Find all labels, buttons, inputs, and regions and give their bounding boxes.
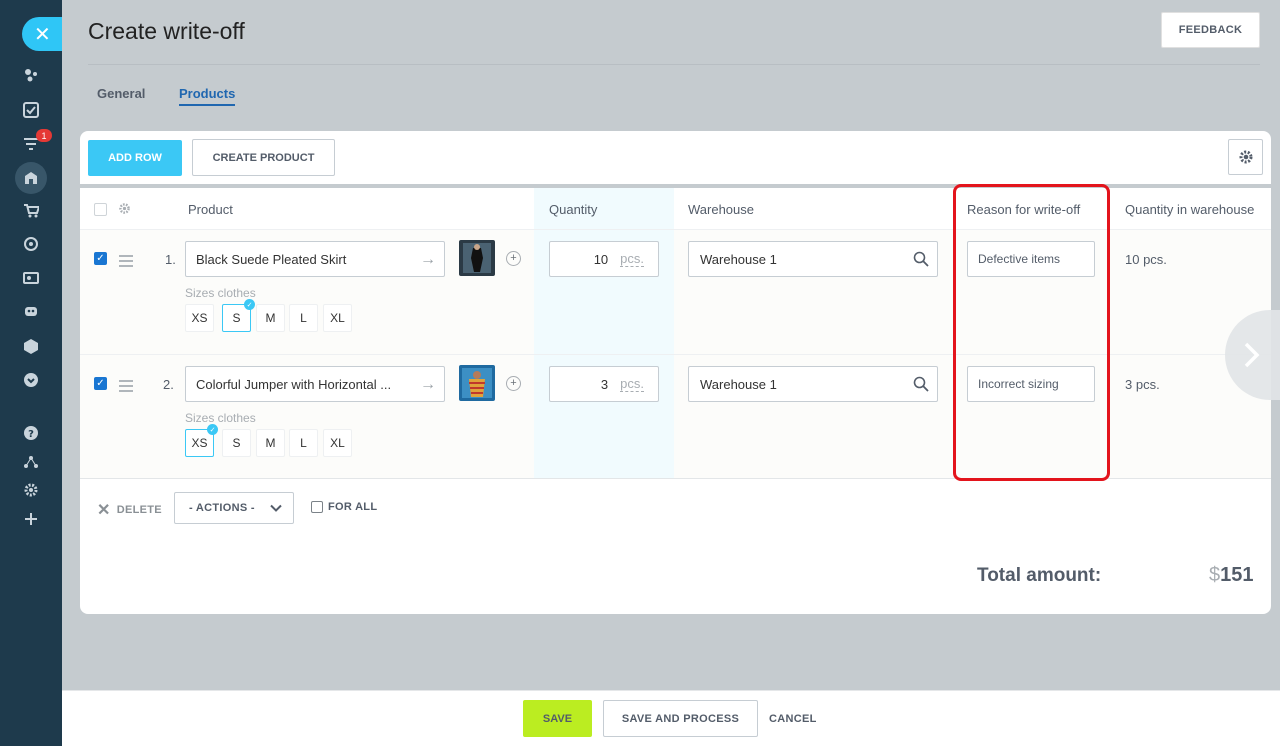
close-icon[interactable]: ✕ [22,17,62,51]
size-label: XS [191,436,208,450]
sizes-label: Sizes clothes [185,286,256,300]
reason-column-highlight-box [953,184,1110,481]
save-button[interactable]: SAVE [523,700,592,737]
target-icon[interactable] [21,234,41,254]
warehouse-quantity: 3 pcs. [1125,377,1160,392]
product-input[interactable]: Colorful Jumper with Horizontal ... → [185,366,445,402]
size-option-xs-selected[interactable]: XS ✓ [185,424,218,457]
tab-products[interactable]: Products [179,86,236,106]
warehouse-input[interactable]: Warehouse 1 [688,241,938,277]
product-name: Black Suede Pleated Skirt [196,251,347,267]
size-option-s-selected[interactable]: S ✓ [222,299,255,332]
svg-text:?: ? [28,429,34,440]
select-all-checkbox[interactable] [94,203,107,216]
add-row-button[interactable]: ADD ROW [88,140,182,176]
save-and-process-button[interactable]: SAVE AND PROCESS [603,700,758,737]
warehouse-value: Warehouse 1 [700,251,777,267]
size-option-xs[interactable]: XS [185,304,214,332]
arrow-right-icon[interactable]: → [420,251,436,269]
unit-selector[interactable]: pcs. [620,251,644,267]
help-icon[interactable]: ? [21,423,41,443]
sizes-label: Sizes clothes [185,411,256,425]
size-option-m[interactable]: M [256,429,285,457]
product-input[interactable]: Black Suede Pleated Skirt → [185,241,445,277]
chevron-down-icon [270,504,282,512]
tab-general[interactable]: General [97,86,145,101]
for-all-checkbox[interactable] [311,501,323,513]
close-icon: ✕ [97,502,111,519]
products-toolbar: ADD ROW CREATE PRODUCT [80,131,1271,184]
plus-icon[interactable] [21,509,41,529]
actions-label: - ACTIONS - [189,502,255,514]
cart-icon[interactable] [21,201,41,221]
size-option-xl[interactable]: XL [323,429,352,457]
cancel-button[interactable]: CANCEL [769,713,817,725]
search-icon[interactable] [913,251,929,267]
delete-button[interactable]: ✕ DELETE [97,500,162,520]
quantity-column-highlight [534,188,674,478]
actions-dropdown[interactable]: - ACTIONS - [174,492,294,524]
quantity-input[interactable]: 3 pcs. [549,366,659,402]
for-all-toggle[interactable]: FOR ALL [311,501,377,513]
store-icon[interactable] [21,168,41,188]
feedback-button[interactable]: FEEDBACK [1161,12,1260,48]
quantity-input[interactable]: 10 pcs. [549,241,659,277]
column-settings-icon[interactable] [118,202,131,215]
page-title: Create write-off [88,18,245,44]
for-all-label: FOR ALL [328,501,378,513]
chevron-down-circle-icon[interactable] [21,370,41,390]
drag-handle-icon[interactable] [119,380,133,395]
chevron-right-icon [1244,342,1260,368]
bottom-action-bar: SAVE SAVE AND PROCESS CANCEL [62,690,1280,746]
product-thumbnail[interactable] [459,240,495,276]
robot-icon[interactable] [21,301,41,321]
product-thumbnail[interactable] [459,365,495,401]
warehouse-input[interactable]: Warehouse 1 [688,366,938,402]
column-header-product[interactable]: Product [188,202,233,217]
box-icon[interactable] [21,336,41,356]
drag-handle-icon[interactable] [119,255,133,270]
size-option-xl[interactable]: XL [323,304,352,332]
left-sidebar: ✕ 1 ? [0,0,62,746]
add-variant-icon[interactable]: + [506,376,521,391]
notification-badge: 1 [36,129,52,142]
size-label: S [232,311,241,325]
delete-label: DELETE [116,504,162,516]
gear-icon [1239,150,1252,164]
unit-selector[interactable]: pcs. [620,376,644,392]
add-variant-icon[interactable]: + [506,251,521,266]
warehouse-value: Warehouse 1 [700,376,777,392]
size-option-l[interactable]: L [289,429,318,457]
arrow-right-icon[interactable]: → [420,376,436,394]
total-number: 151 [1220,564,1254,586]
tasks-icon[interactable] [21,100,41,120]
table-settings-button[interactable] [1228,139,1263,175]
column-header-quantity[interactable]: Quantity [549,202,597,217]
total-amount-value: $151 [1209,564,1254,587]
gear-icon[interactable] [21,480,41,500]
create-product-button[interactable]: CREATE PRODUCT [192,139,335,176]
checkmark-icon: ✓ [207,424,218,435]
row-number: 2. [163,377,174,392]
quantity-value: 10 [593,251,609,267]
activity-icon[interactable] [21,65,41,85]
row-checkbox[interactable]: ✓ [94,252,107,265]
search-icon[interactable] [913,376,929,392]
column-header-warehouse-qty[interactable]: Quantity in warehouse [1125,202,1254,217]
warehouse-quantity: 10 pcs. [1125,252,1167,267]
currency-symbol: $ [1209,564,1221,586]
header-divider [88,64,1260,65]
column-header-warehouse[interactable]: Warehouse [688,202,754,217]
checkmark-icon: ✓ [244,299,255,310]
size-option-m[interactable]: M [256,304,285,332]
product-name: Colorful Jumper with Horizontal ... [196,376,392,392]
row-checkbox[interactable]: ✓ [94,377,107,390]
network-icon[interactable] [21,452,41,472]
size-option-l[interactable]: L [289,304,318,332]
row-number: 1. [165,252,176,267]
contact-card-icon[interactable] [21,268,41,288]
size-option-s[interactable]: S [222,429,251,457]
quantity-value: 3 [600,376,609,392]
total-amount-label: Total amount: [977,565,1102,586]
